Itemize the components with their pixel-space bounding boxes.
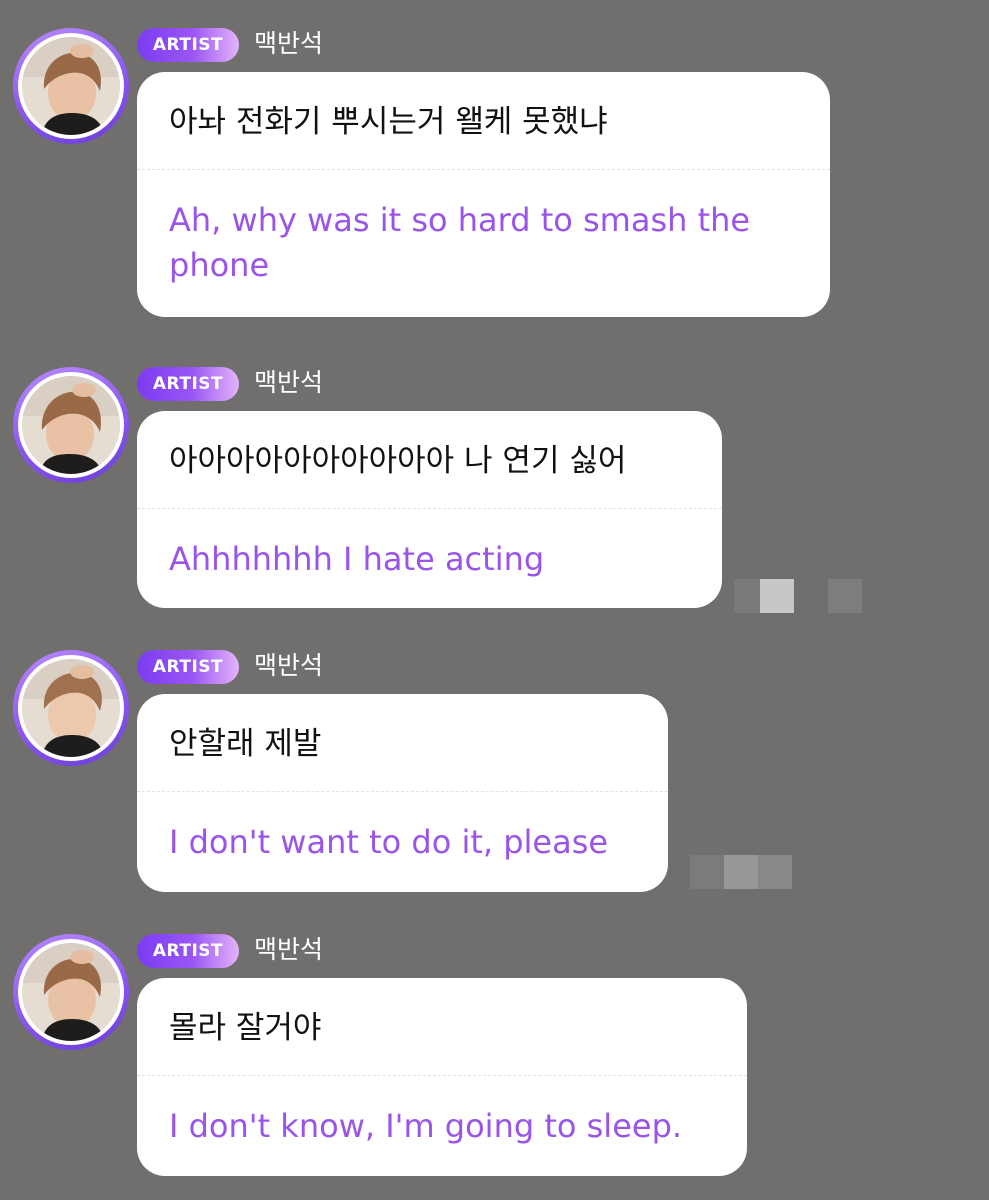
artist-avatar[interactable]	[13, 934, 129, 1050]
message-bubble[interactable]: 몰라 잘거야 I don't know, I'm going to sleep.	[137, 978, 747, 1176]
profile-photo-icon	[22, 659, 120, 757]
reaction-indicator[interactable]	[734, 579, 864, 613]
original-text: 안할래 제발	[169, 726, 322, 762]
reaction-indicator[interactable]	[690, 855, 800, 889]
divider	[137, 169, 830, 170]
artist-avatar[interactable]	[13, 28, 129, 144]
original-text: 몰라 잘거야	[169, 1010, 322, 1046]
original-text: 아놔 전화기 뿌시는거 왤케 못했냐	[169, 104, 608, 140]
message-bubble[interactable]: 아놔 전화기 뿌시는거 왤케 못했냐 Ah, why was it so har…	[137, 72, 830, 317]
artist-badge: ARTIST	[137, 934, 239, 968]
author-name[interactable]: 맥반석	[254, 931, 323, 969]
artist-avatar[interactable]	[13, 367, 129, 483]
author-name[interactable]: 맥반석	[254, 647, 323, 685]
artist-avatar[interactable]	[13, 650, 129, 766]
message-bubble[interactable]: 안할래 제발 I don't want to do it, please	[137, 694, 668, 892]
artist-badge: ARTIST	[137, 28, 239, 62]
translation-text: Ah, why was it so hard to smash the phon…	[169, 201, 751, 284]
divider	[137, 1075, 747, 1076]
artist-badge: ARTIST	[137, 367, 239, 401]
divider	[137, 791, 668, 792]
author-name[interactable]: 맥반석	[254, 25, 323, 63]
translation-text: I don't know, I'm going to sleep.	[169, 1107, 683, 1145]
profile-photo-icon	[22, 376, 120, 474]
artist-badge: ARTIST	[137, 650, 239, 684]
author-name[interactable]: 맥반석	[254, 364, 323, 402]
profile-photo-icon	[22, 943, 120, 1041]
message-bubble[interactable]: 아아아아아아아아아아 나 연기 싫어 Ahhhhhhh I hate actin…	[137, 411, 722, 608]
translation-text: I don't want to do it, please	[169, 823, 609, 861]
divider	[137, 508, 722, 509]
profile-photo-icon	[22, 37, 120, 135]
original-text: 아아아아아아아아아아 나 연기 싫어	[169, 443, 627, 479]
translation-text: Ahhhhhhh I hate acting	[169, 540, 545, 578]
